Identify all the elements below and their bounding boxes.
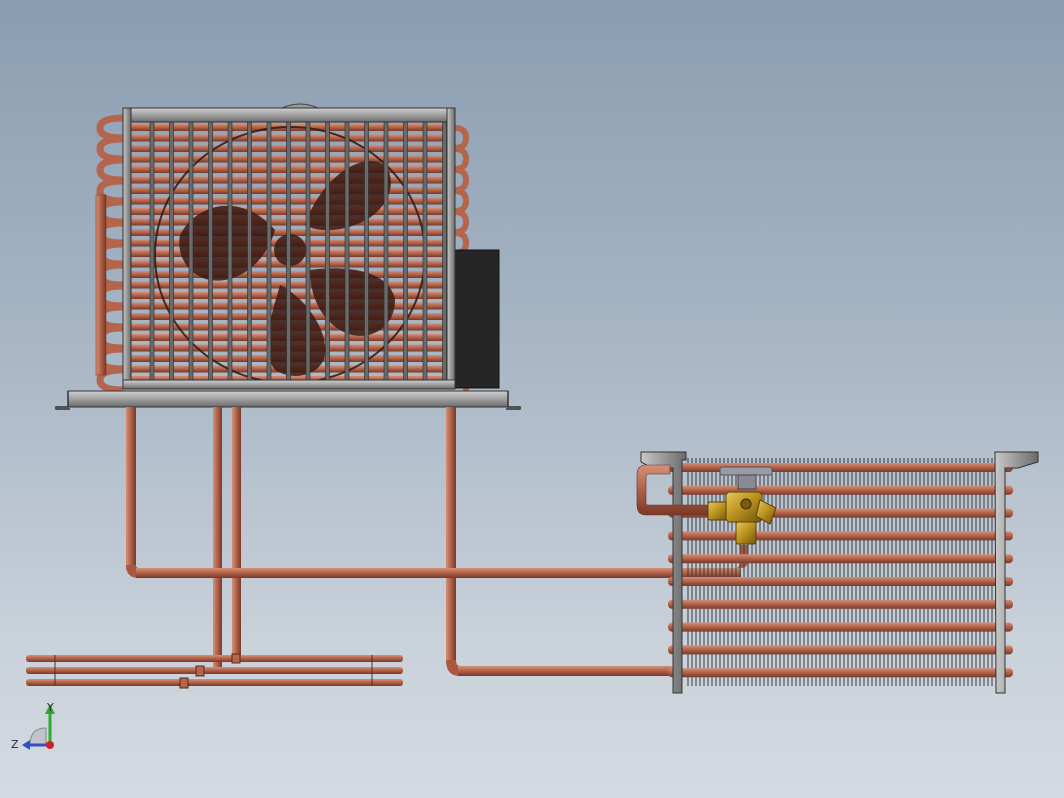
grille-bar [169, 121, 174, 381]
triad-z-arrow [22, 740, 30, 750]
grille-bar [344, 121, 350, 381]
grille-bar [325, 121, 330, 381]
grille-bar [227, 121, 233, 381]
pipe-vertical-4 [446, 407, 456, 662]
grille-bar [364, 121, 369, 381]
return-bend-left [96, 156, 124, 184]
valve-neck [737, 474, 757, 490]
condenser-frame-left [122, 107, 132, 389]
evaporator-tube [668, 645, 1013, 655]
valve-inlet-nut [707, 501, 729, 521]
grille-bar [149, 121, 155, 381]
condenser-frame-bottom [122, 379, 456, 390]
pipe-bend-lower-left [446, 660, 460, 676]
pipe-horizontal-main [136, 568, 741, 578]
grille-bar [208, 121, 213, 381]
header-tube-2 [26, 667, 403, 674]
evaporator-tube [668, 485, 1013, 495]
grille-bar [383, 121, 389, 381]
grille-bar [286, 121, 291, 381]
return-bend-right [454, 188, 470, 214]
evaporator-tube [668, 622, 1013, 632]
evaporator-tube [668, 554, 1013, 564]
return-bend-right [454, 209, 470, 235]
base-plate-left-foot [55, 391, 70, 410]
cad-viewport[interactable]: Y Z [0, 0, 1064, 798]
evaporator-tube [668, 531, 1013, 541]
axis-triad: Y Z [11, 701, 55, 751]
triad-base [29, 727, 47, 746]
electrical-box [451, 249, 500, 389]
valve-top-cap [719, 466, 773, 476]
condenser-frame-top [122, 107, 456, 123]
header-tube-1 [26, 655, 403, 662]
triad-z-label: Z [11, 738, 19, 751]
grille-bar [266, 121, 272, 381]
grille-bar [403, 121, 408, 381]
condenser-base-plate [67, 390, 509, 408]
grille-bar [247, 121, 252, 381]
condenser-frame-right [446, 107, 456, 389]
header-tube-3 [26, 679, 403, 686]
condenser-top-cap [281, 103, 319, 109]
grille-bar [305, 121, 311, 381]
evaporator-tube [668, 577, 1013, 586]
return-bend-right [454, 125, 470, 151]
pipe-vertical-3 [232, 407, 241, 660]
evaporator-right-end-plate [994, 451, 1039, 694]
pipe-vertical-2 [213, 407, 222, 672]
grille-bar [442, 121, 447, 381]
triad-x-axis [46, 741, 54, 749]
assembly-drawing: Y Z [11, 103, 1039, 751]
base-plate-right-foot [506, 391, 521, 410]
condenser-left-return-bends [95, 114, 124, 394]
return-bend-right [454, 146, 470, 172]
grille-bar [188, 121, 194, 381]
return-bend-left [96, 114, 124, 142]
left-header-pipe [95, 194, 107, 376]
evaporator-tube [668, 599, 1013, 609]
pipe-vertical-1 [126, 407, 136, 570]
pipe-horizontal-lower [458, 666, 673, 676]
return-bend-right [454, 167, 470, 193]
refrigerant-piping [26, 407, 748, 689]
evaporator-tube [668, 668, 1013, 678]
grille-bar [422, 121, 428, 381]
triad-y-label: Y [46, 701, 54, 714]
return-bend-left [96, 135, 124, 163]
valve-outlet-nut [735, 521, 757, 545]
valve-adjust-screw [740, 498, 752, 510]
condensing-unit[interactable] [55, 103, 521, 410]
